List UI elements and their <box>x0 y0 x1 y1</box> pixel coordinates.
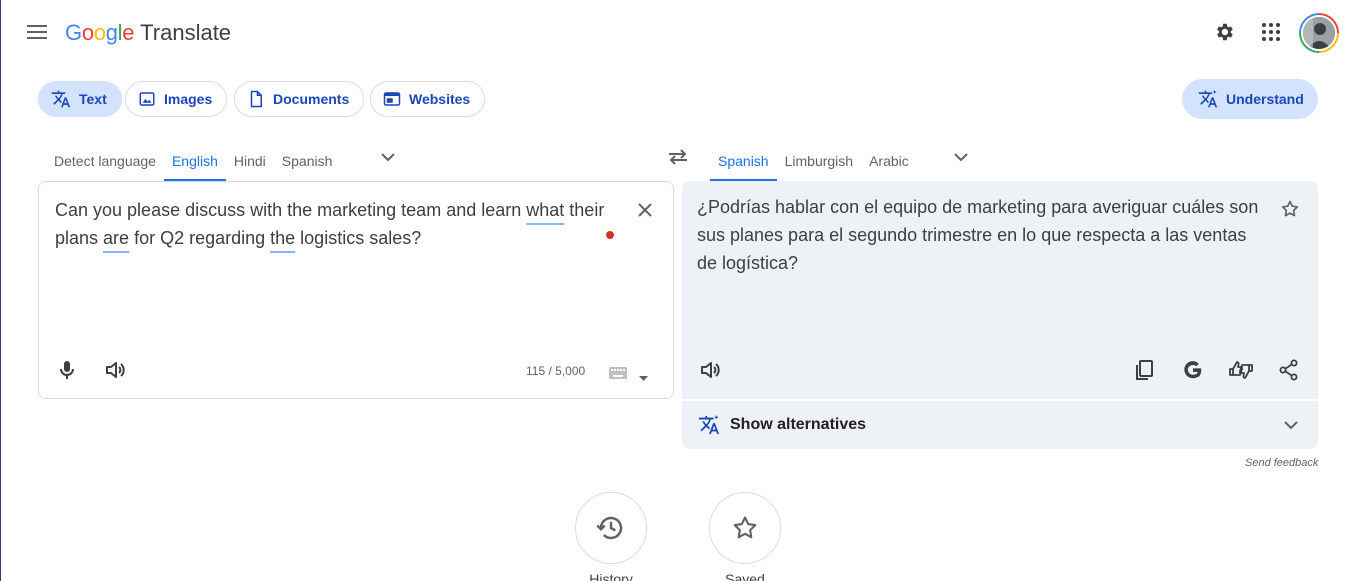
listen-translation-button[interactable] <box>690 350 730 390</box>
spellcheck-word: what <box>526 200 565 220</box>
listen-source-button[interactable] <box>95 350 135 390</box>
search-with-google-button[interactable] <box>1173 350 1213 390</box>
source-text-input[interactable]: Can you please discuss with the marketin… <box>55 196 615 252</box>
swap-arrows-icon <box>669 149 687 165</box>
source-lang-hindi[interactable]: Hindi <box>226 140 274 181</box>
website-icon <box>383 92 401 106</box>
main-menu-button[interactable] <box>17 12 57 52</box>
copy-translation-button[interactable] <box>1125 350 1165 390</box>
share-translation-button[interactable] <box>1269 350 1309 390</box>
input-tools-dropdown[interactable] <box>639 368 648 386</box>
chevron-down-icon <box>954 152 968 161</box>
mode-text-button[interactable]: Text <box>38 81 122 117</box>
mode-documents-label: Documents <box>273 91 350 107</box>
spellcheck-word: the <box>270 228 296 248</box>
translation-text: ¿Podrías hablar con el equipo de marketi… <box>697 197 1259 273</box>
google-translate-logo[interactable]: Google Translate <box>65 20 231 46</box>
source-text-panel: Can you please discuss with the marketin… <box>38 181 674 399</box>
history-button[interactable] <box>575 492 647 564</box>
more-source-languages-button[interactable] <box>376 145 400 169</box>
settings-button[interactable] <box>1205 13 1243 51</box>
apps-grid-icon <box>1262 23 1280 41</box>
google-wordmark: Google <box>65 20 134 46</box>
caret-down-icon <box>639 376 648 381</box>
speaker-icon <box>106 362 125 378</box>
rate-translation-button[interactable] <box>1221 350 1261 390</box>
show-alternatives-label: Show alternatives <box>730 416 867 433</box>
spellcheck-word: are <box>103 228 130 248</box>
history-label: History <box>589 571 633 581</box>
image-icon <box>139 92 155 106</box>
mode-images-button[interactable]: Images <box>125 81 228 117</box>
chevron-down-icon <box>1284 421 1298 430</box>
recording-indicator-dot <box>606 231 614 239</box>
star-icon <box>1281 200 1299 217</box>
save-translation-button[interactable] <box>1270 189 1310 229</box>
chevron-down-icon <box>381 152 395 161</box>
google-g-icon <box>1184 361 1202 379</box>
character-count: 115 / 5,000 <box>526 364 586 378</box>
logo-letter: o <box>81 20 94 45</box>
speaker-icon <box>701 362 720 378</box>
source-language-tabs: Detect language English Hindi Spanish <box>46 140 340 181</box>
logo-letter: G <box>65 20 82 45</box>
close-icon <box>638 203 652 217</box>
more-target-languages-button[interactable] <box>949 145 973 169</box>
show-alternatives-bar[interactable]: Show alternatives <box>682 399 1318 449</box>
send-feedback-link[interactable]: Send feedback <box>1245 457 1318 469</box>
account-avatar[interactable] <box>1299 13 1339 53</box>
history-icon <box>596 516 623 540</box>
swap-languages-button[interactable] <box>665 144 691 170</box>
logo-letter: g <box>105 20 118 45</box>
google-apps-button[interactable] <box>1252 13 1290 51</box>
thumbs-up-down-icon <box>1229 361 1253 379</box>
star-icon <box>733 516 757 539</box>
mode-websites-button[interactable]: Websites <box>370 81 486 117</box>
saved-button[interactable] <box>709 492 781 564</box>
translate-icon <box>51 90 71 108</box>
source-lang-detect[interactable]: Detect language <box>46 140 164 181</box>
mode-text-label: Text <box>79 91 107 107</box>
mode-images-label: Images <box>164 91 213 107</box>
logo-letter: o <box>93 20 106 45</box>
mode-documents-button[interactable]: Documents <box>234 81 365 117</box>
microphone-icon <box>60 361 74 379</box>
source-lang-english[interactable]: English <box>163 140 226 181</box>
source-lang-spanish[interactable]: Spanish <box>274 140 341 181</box>
logo-letter: e <box>122 20 135 45</box>
product-name: Translate <box>140 20 232 45</box>
clear-source-button[interactable] <box>629 194 661 226</box>
translate-sparkle-icon <box>1198 89 1218 108</box>
mode-websites-label: Websites <box>409 91 471 107</box>
input-tools-button[interactable] <box>609 366 627 384</box>
target-language-tabs: Spanish Limburgish Arabic <box>710 140 917 181</box>
target-lang-arabic[interactable]: Arabic <box>861 140 917 181</box>
share-icon <box>1279 359 1298 381</box>
saved-label: Saved <box>725 571 765 581</box>
understand-label: Understand <box>1226 91 1304 107</box>
avatar-photo <box>1301 15 1337 51</box>
target-lang-limburgish[interactable]: Limburgish <box>777 140 861 181</box>
menu-icon <box>27 25 47 39</box>
voice-input-button[interactable] <box>47 350 87 390</box>
keyboard-icon <box>609 367 627 379</box>
document-icon <box>250 90 262 108</box>
translate-sparkle-icon <box>698 414 720 435</box>
settings-gear-icon <box>1217 23 1233 41</box>
translation-panel: ¿Podrías hablar con el equipo de marketi… <box>682 181 1318 449</box>
target-lang-spanish[interactable]: Spanish <box>710 140 777 181</box>
copy-icon <box>1136 360 1153 380</box>
understand-button[interactable]: Understand <box>1182 79 1318 119</box>
